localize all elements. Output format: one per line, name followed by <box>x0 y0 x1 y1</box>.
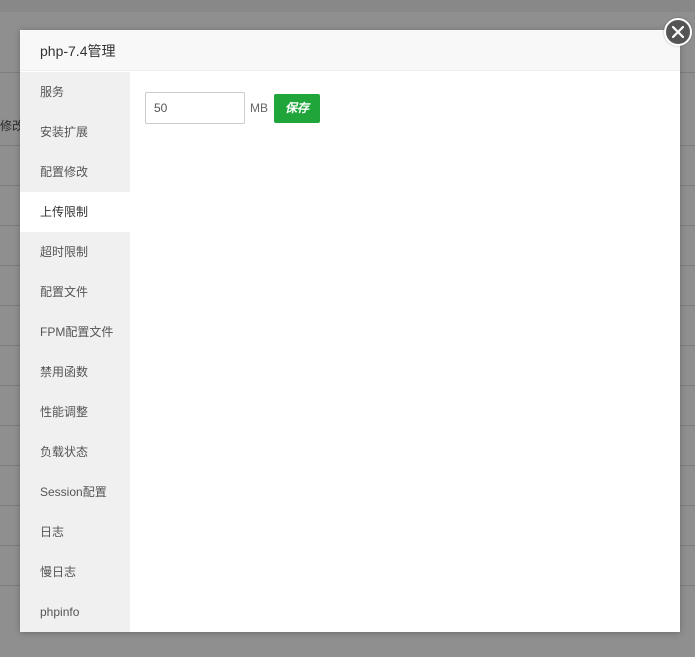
sidebar-item-fpm-config-file[interactable]: FPM配置文件 <box>20 312 130 352</box>
sidebar-item-config-modify[interactable]: 配置修改 <box>20 152 130 192</box>
close-icon <box>672 26 684 38</box>
sidebar-item-slow-log[interactable]: 慢日志 <box>20 552 130 592</box>
sidebar-item-disabled-functions[interactable]: 禁用函数 <box>20 352 130 392</box>
sidebar-item-upload-limit[interactable]: 上传限制 <box>20 192 130 232</box>
sidebar-item-service[interactable]: 服务 <box>20 72 130 112</box>
sidebar-item-install-extensions[interactable]: 安装扩展 <box>20 112 130 152</box>
sidebar-item-session-config[interactable]: Session配置 <box>20 472 130 512</box>
sidebar-item-timeout-limit[interactable]: 超时限制 <box>20 232 130 272</box>
upload-limit-panel: MB 保存 <box>130 72 680 632</box>
background-topbar <box>0 0 695 12</box>
sidebar-item-log[interactable]: 日志 <box>20 512 130 552</box>
dialog-title: php-7.4管理 <box>40 43 116 59</box>
save-button[interactable]: 保存 <box>274 94 320 123</box>
settings-sidebar: 服务 安装扩展 配置修改 上传限制 超时限制 配置文件 FPM配置文件 禁用函数… <box>20 72 130 632</box>
upload-size-input[interactable] <box>145 92 245 124</box>
sidebar-item-load-status[interactable]: 负载状态 <box>20 432 130 472</box>
dialog-header: php-7.4管理 <box>20 30 680 71</box>
size-unit-label: MB <box>250 101 268 115</box>
sidebar-item-config-file[interactable]: 配置文件 <box>20 272 130 312</box>
close-dialog-button[interactable] <box>664 18 692 46</box>
php-manager-dialog: php-7.4管理 服务 安装扩展 配置修改 上传限制 超时限制 配置文件 FP… <box>20 30 680 632</box>
sidebar-item-performance-tuning[interactable]: 性能调整 <box>20 392 130 432</box>
sidebar-item-phpinfo[interactable]: phpinfo <box>20 592 130 632</box>
